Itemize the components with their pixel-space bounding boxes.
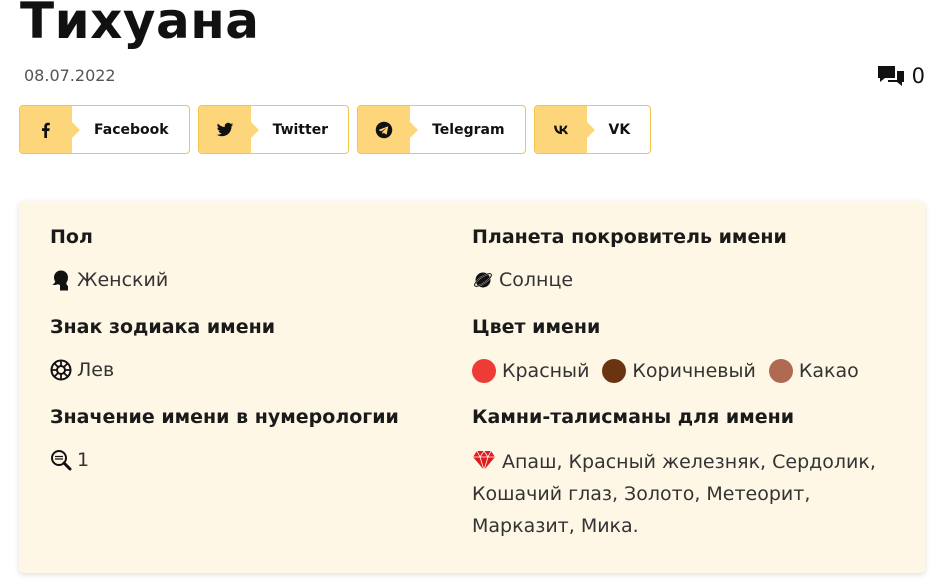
- magnifier-icon: [51, 450, 72, 471]
- telegram-icon: [375, 121, 393, 138]
- facebook-icon: [42, 122, 50, 138]
- planet-icon: [473, 272, 493, 288]
- female-head-icon: [52, 270, 68, 291]
- numerology-value: 1: [50, 449, 89, 471]
- publish-date: 08.07.2022: [24, 66, 116, 85]
- color-swatch-cocoa: [768, 359, 793, 383]
- name-info-card: Пол Женский Знак зодиака имени Лев Значе…: [19, 201, 925, 573]
- share-buttons: Facebook Twitter Telegram VK: [19, 105, 652, 154]
- comments-icon: [877, 66, 904, 86]
- color-swatch-red: [472, 359, 496, 383]
- zodiac-value: Лев: [50, 359, 114, 381]
- share-label: Telegram: [432, 121, 505, 138]
- gender-value: Женский: [50, 269, 168, 291]
- gender-heading: Пол: [50, 226, 93, 248]
- comments-counter[interactable]: 0: [876, 64, 925, 88]
- planet-value: Солнце: [472, 269, 573, 291]
- vk-icon: [553, 125, 568, 134]
- stones-value: Апаш, Красный железняк, Сердолик, Кошачи…: [472, 446, 892, 542]
- share-label: VK: [608, 121, 631, 138]
- color-heading: Цвет имени: [472, 316, 601, 338]
- color-item: Красный: [472, 359, 589, 383]
- color-name: Какао: [798, 360, 859, 382]
- share-vk-button[interactable]: VK: [533, 105, 652, 154]
- page-title: Тихуана: [20, 0, 260, 50]
- color-name: Красный: [502, 360, 590, 382]
- comments-count: 0: [911, 64, 925, 88]
- color-values: Красный Коричневый Какао: [472, 359, 867, 383]
- share-twitter-button[interactable]: Twitter: [197, 105, 350, 154]
- color-item: Какао: [768, 359, 859, 383]
- stones-heading: Камни-талисманы для имени: [472, 406, 795, 428]
- color-item: Коричневый: [602, 359, 756, 383]
- stones-value-text: Апаш, Красный железняк, Сердолик, Кошачи…: [472, 451, 876, 537]
- twitter-icon: [216, 122, 233, 136]
- color-swatch-brown: [602, 359, 627, 383]
- color-name: Коричневый: [632, 360, 756, 382]
- share-label: Twitter: [272, 121, 329, 138]
- share-telegram-button[interactable]: Telegram: [357, 105, 526, 154]
- share-label: Facebook: [94, 121, 169, 138]
- planet-heading: Планета покровитель имени: [472, 226, 787, 248]
- zodiac-heading: Знак зодиака имени: [50, 316, 276, 338]
- numerology-value-text: 1: [77, 449, 90, 471]
- zodiac-wheel-icon: [50, 359, 72, 381]
- gem-icon: [473, 450, 495, 471]
- zodiac-value-text: Лев: [77, 359, 115, 381]
- share-facebook-button[interactable]: Facebook: [19, 105, 190, 154]
- planet-value-text: Солнце: [499, 269, 574, 291]
- numerology-heading: Значение имени в нумерологии: [50, 406, 399, 428]
- gender-value-text: Женский: [77, 269, 169, 291]
